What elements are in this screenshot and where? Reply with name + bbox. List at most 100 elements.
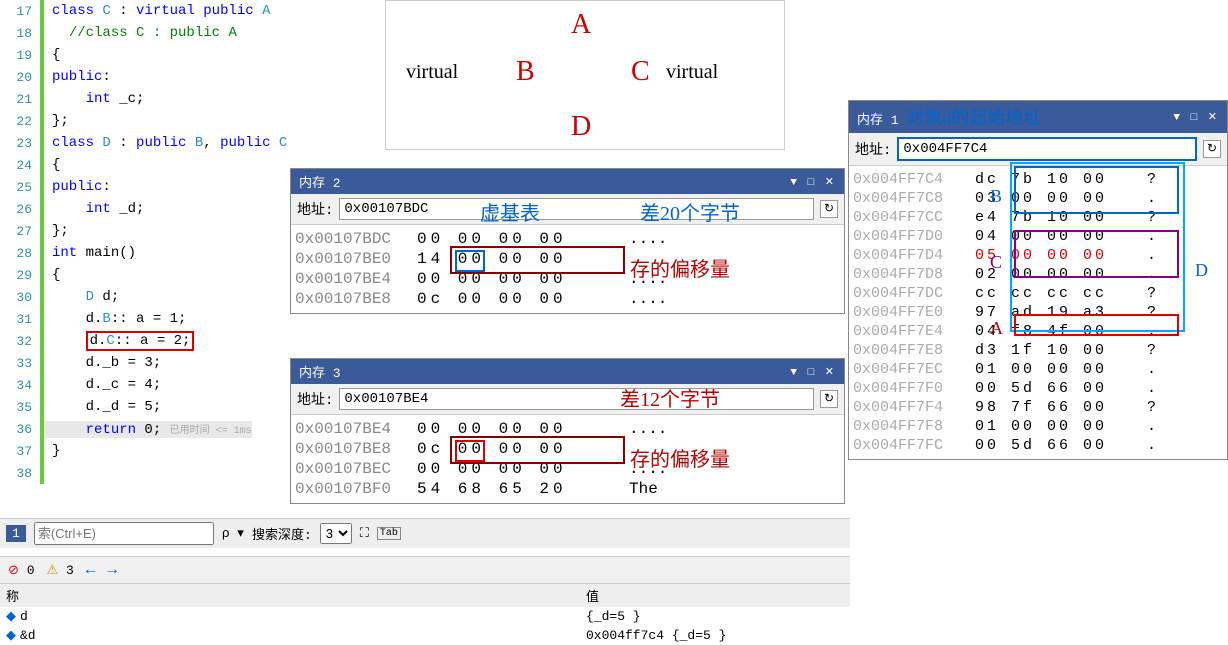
line-number: 38 [0,466,40,481]
code-text: D d; [44,289,119,305]
mem-addr: 0x00107BEC [295,460,405,478]
nav-back-icon[interactable]: ← [86,561,96,579]
mem-addr: 0x00107BE8 [295,290,405,308]
line-number: 35 [0,400,40,415]
mem-ascii: ? [1147,171,1167,188]
warning-icon[interactable]: ⚠ [47,563,59,578]
mem1-title-bar[interactable]: 内存 1 对象d的起始地址 ▼ □ ✕ [849,101,1227,133]
mem-ascii: . [1147,418,1167,435]
annot-vbtable: 虚基表 [480,197,540,226]
code-text: d.C:: a = 2; [44,331,194,351]
tab-icon[interactable]: Tab [377,527,401,540]
code-text: int main() [44,245,136,261]
mem-row: 0x004FF7FC00 5d 66 00. [853,436,1223,455]
code-text: return 0; 已用时间 <= 1ms [44,421,252,438]
mem-row: 0x00107BEC00 00 00 00.... [295,459,840,479]
mem-addr: 0x004FF7E8 [853,342,963,359]
mem-row: 0x00107BF054 68 65 20The [295,479,840,499]
mem3-refresh-icon[interactable]: ↻ [820,390,838,408]
mem-addr: 0x004FF7D0 [853,228,963,245]
error-count: 0 [27,563,35,578]
line-number: 32 [0,334,40,349]
diagram-a: A [571,9,591,41]
watch-row[interactable]: ◆d{_d=5 } [0,607,850,626]
line-number: 25 [0,180,40,195]
search-toolbar[interactable]: 1 ρ ▾ 搜索深度: 3 ⛶ Tab [0,518,850,548]
mem1-addr-label: 地址: [855,139,891,159]
filter-icon[interactable]: ⛶ [360,526,369,541]
mem3-window-buttons[interactable]: ▼ □ ✕ [790,365,836,379]
mem3-addr-input[interactable] [339,388,814,410]
code-text: public: [44,69,111,85]
search-input[interactable] [34,522,214,545]
mem3-title-bar[interactable]: 内存 3 ▼ □ ✕ [291,359,844,384]
code-line-18[interactable]: 18 //class C : public A [0,22,380,44]
code-line-21[interactable]: 21 int _c; [0,88,380,110]
code-line-19[interactable]: 19{ [0,44,380,66]
mem-ascii: . [1147,190,1167,207]
class-diagram: A virtual B C virtual D [385,0,785,150]
memory-panel-2[interactable]: 内存 2 ▼ □ ✕ 地址: ↻ 0x00107BDC00 00 00 00..… [290,168,845,314]
code-text: //class C : public A [44,25,237,41]
line-number: 36 [0,422,40,437]
mem2-body: 0x00107BDC00 00 00 00....0x00107BE014 00… [291,225,844,313]
code-text: }; [44,113,69,129]
code-line-20[interactable]: 20public: [0,66,380,88]
mem-row: 0x004FF7F000 5d 66 00. [853,379,1223,398]
code-line-32[interactable]: 32 d.C:: a = 2; [0,330,380,352]
mem-hex: 01 00 00 00 [975,361,1135,378]
memory-panel-3[interactable]: 内存 3 ▼ □ ✕ 地址: ↻ 0x00107BE400 00 00 00..… [290,358,845,504]
memory-panel-1[interactable]: 内存 1 对象d的起始地址 ▼ □ ✕ 地址: ↻ 0x004FF7C4dc 7… [848,100,1228,460]
mem2-addr-input[interactable] [339,198,814,220]
nav-forward-icon[interactable]: → [107,561,117,579]
line-number: 28 [0,246,40,261]
search-depth-label: 搜索深度: [252,524,312,543]
mem-hex: 0c 00 00 00 [417,290,617,308]
line-number: 30 [0,290,40,305]
mem-row: 0x004FF7D802 00 00 00. [853,265,1223,284]
mem-hex: 00 00 00 00 [417,270,617,288]
mem-ascii: .... [629,420,667,438]
mem1-refresh-icon[interactable]: ↻ [1203,140,1221,158]
code-text: class C : virtual public A [44,3,271,19]
mem-row: 0x004FF7E097 ad 19 a3? [853,303,1223,322]
mem-addr: 0x004FF7EC [853,361,963,378]
mem-row: 0x004FF7EC01 00 00 00. [853,360,1223,379]
mem-row: 0x004FF7F801 00 00 00. [853,417,1223,436]
code-line-22[interactable]: 22}; [0,110,380,132]
search-depth-select[interactable]: 3 [320,523,352,544]
mem-row: 0x004FF7C803 00 00 00. [853,189,1223,208]
mem-row: 0x004FF7E404 f8 4f 00. [853,322,1223,341]
mem1-addr-input[interactable] [897,137,1197,161]
annot-obj-d: 对象d的起始地址 [906,108,1041,128]
mem-addr: 0x004FF7F8 [853,418,963,435]
mem-ascii: ? [1147,342,1167,359]
mem2-title: 内存 2 [299,172,341,191]
mem2-refresh-icon[interactable]: ↻ [820,200,838,218]
mem-addr: 0x004FF7F4 [853,399,963,416]
mem1-window-buttons[interactable]: ▼ □ ✕ [1173,110,1219,124]
tab-1[interactable]: 1 [6,525,26,542]
mem-row: 0x004FF7E8 d3 1f 10 00? [853,341,1223,360]
mem-hex: 04 00 00 00 [975,228,1135,245]
mem2-title-bar[interactable]: 内存 2 ▼ □ ✕ [291,169,844,194]
code-text: }; [44,223,69,239]
watch-window[interactable]: 称 值 ◆d{_d=5 }◆&d0x004ff7c4 {_d=5 } [0,583,850,643]
line-number: 19 [0,48,40,63]
cube-icon: ◆ [6,609,16,624]
mem-hex: 00 00 00 00 [417,230,617,248]
mem-row: 0x00107BE80c 00 00 00 [295,439,840,459]
code-text: { [44,267,60,283]
code-line-17[interactable]: 17class C : virtual public A [0,0,380,22]
diagram-virtual-left: virtual [406,61,458,84]
watch-row[interactable]: ◆&d0x004ff7c4 {_d=5 } [0,626,850,645]
code-line-23[interactable]: 23class D : public B, public C [0,132,380,154]
mem-ascii: ? [1147,285,1167,302]
mem-addr: 0x00107BE0 [295,250,405,268]
mem-hex: d3 1f 10 00 [975,342,1135,359]
annot-a: A [990,318,1003,339]
line-number: 23 [0,136,40,151]
line-number: 24 [0,158,40,173]
error-icon[interactable]: ⊘ [8,563,19,578]
mem2-window-buttons[interactable]: ▼ □ ✕ [790,175,836,189]
